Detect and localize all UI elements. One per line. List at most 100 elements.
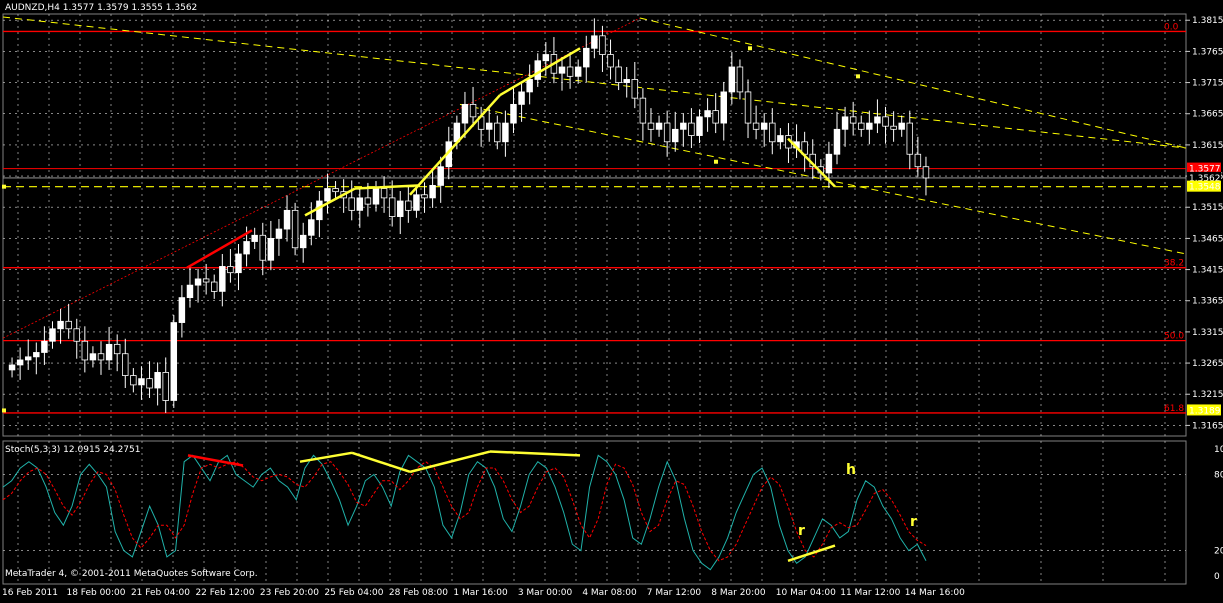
candle-body [744,91,752,124]
candle-body [421,194,428,199]
candle-body [688,122,695,136]
candle-body [469,103,477,118]
candle-body [259,234,266,261]
annotation-yellow-segment [354,184,421,190]
candle-body [631,79,639,99]
candle-body [24,356,32,361]
x-tick-label: 14 Mar 16:00 [905,588,965,598]
candle-body [623,79,630,83]
stoch-annotation-segment [351,451,411,474]
y-tick-label: 1.3465 [1192,234,1223,244]
candle-body [663,122,671,143]
candle-body [461,103,469,124]
candle-body [65,320,72,330]
stoch-annotation-segment [787,544,836,562]
candle-body [113,343,121,355]
candle-body [202,278,210,283]
candle-body [219,266,226,292]
candle-body [356,197,364,211]
candle-body [146,378,153,389]
x-tick-label: 25 Feb 04:00 [324,588,383,598]
candle-body [267,238,275,261]
candle-body [510,103,517,124]
candle-body [364,197,372,205]
stoch-y-tick-label: 80 [1214,470,1223,480]
y-tick-label: 1.3515 [1192,203,1223,213]
y-tick-label: 1.3815 [1192,16,1223,26]
candle-body [882,116,889,127]
y-tick-label: 1.3165 [1192,421,1223,431]
candle-body [906,122,914,155]
stoch-y-tick-label: 20 [1214,547,1223,557]
candle-body [291,209,299,249]
candle-body [243,241,250,255]
y-tick-label: 1.3415 [1192,266,1223,276]
candle-body [8,364,16,371]
candle-body [890,125,897,130]
y-tick-label: 1.3365 [1192,297,1223,307]
candle-body [154,372,161,389]
candle-body [566,66,574,77]
candle-body [429,185,436,199]
candle-body [73,328,80,342]
candle-body [397,200,404,217]
y-tick-label: 1.3265 [1192,359,1223,369]
candle-body [615,66,622,83]
indicator-info: Stoch(5,3,3) 12.0915 24.2751 [5,445,141,455]
candle-body [372,188,380,205]
stoch-y-tick-label: 0 [1214,572,1220,582]
chart-svg[interactable]: 16 Feb 2011 18 Feb 00:00 21 Feb 04:00 22 Fe… [0,0,1223,599]
x-tick-label: 16 Feb 2011 [2,588,58,598]
x-tick-label: 11 Mar 12:00 [840,588,900,598]
candle-body [41,340,48,353]
chart-container[interactable]: 16 Feb 2011 18 Feb 00:00 21 Feb 04:00 22 Fe… [0,0,1223,599]
channel-marker [748,46,752,51]
candle-body [704,110,711,118]
x-tick-label: 28 Feb 08:00 [389,588,448,598]
candle-body [583,47,590,68]
candle-body [162,372,169,401]
candle-body [130,375,137,386]
x-tick-label: 10 Mar 04:00 [776,588,836,598]
candle-body [874,116,881,124]
fib-level-label: 61.8 [1164,404,1184,414]
stoch-main-line [2,454,927,571]
x-tick-label: 8 Mar 20:00 [711,588,766,598]
stoch-label-h: h [846,462,856,478]
candle-body [89,353,97,361]
candle-body [122,353,129,376]
candle-body [33,352,40,358]
candle-body [437,166,444,186]
fib-level-label: 0.0 [1164,22,1179,32]
candle-body [655,122,663,130]
candle-body [388,197,396,217]
candle-body [914,153,922,168]
candle-body [97,353,105,361]
x-tick-label: 23 Feb 20:00 [260,588,319,598]
candle-body [380,188,388,199]
candle-body [534,60,541,80]
candle-body [405,200,412,211]
candle-body [574,66,582,77]
candle-body [607,54,614,68]
candle-body [833,128,841,155]
candle-body [186,284,194,299]
candle-body [542,54,550,62]
candle-body [211,281,218,292]
x-tick-label: 3 Mar 00:00 [518,588,573,598]
candle-body [348,197,355,211]
candle-body [494,122,501,143]
y-tick-label: 1.3315 [1192,328,1223,338]
stoch-label-r: r [798,523,805,539]
candle-body [518,91,525,105]
candle-body [413,194,420,211]
stoch-annotation-segment [489,450,581,457]
fib-level-label: 38.2 [1164,259,1184,269]
candle-body [712,110,719,124]
x-tick-label: 18 Feb 00:00 [66,588,125,598]
candle-body [275,228,283,239]
fib-price-tag: 1.3189 [1189,406,1221,416]
candle-body [728,66,736,93]
candle-body [858,122,865,130]
candle-body [696,116,703,136]
